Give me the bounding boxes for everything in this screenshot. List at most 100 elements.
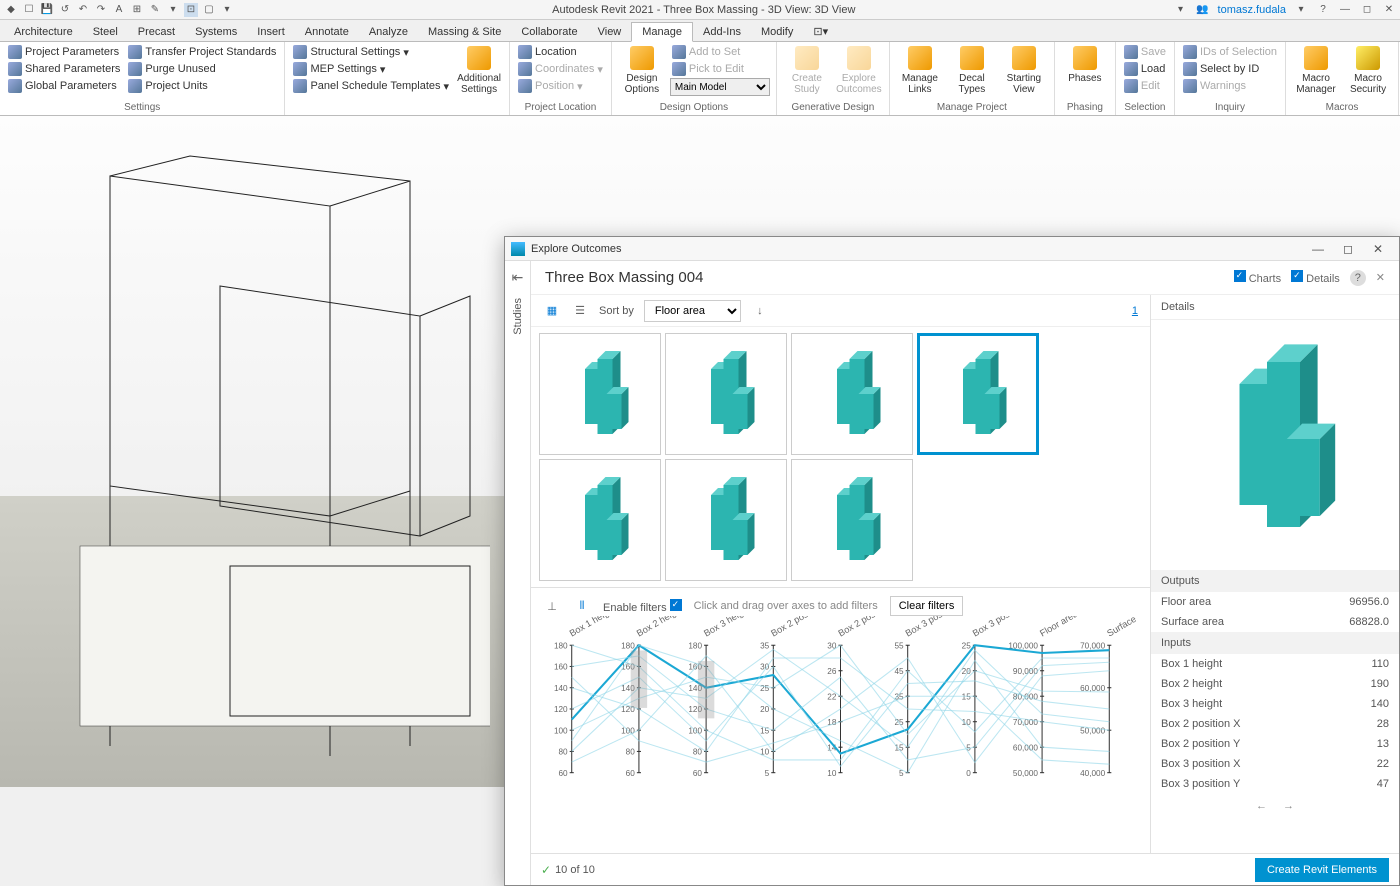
contact-icon[interactable]: 👥 (1196, 3, 1210, 17)
position[interactable]: Position ▾ (516, 78, 605, 94)
sort-dir-icon[interactable]: ↓ (751, 302, 769, 320)
ribbon-tab-massing-site[interactable]: Massing & Site (418, 23, 511, 41)
settings-panel-title: Settings (6, 100, 278, 115)
open-icon[interactable]: ☐ (22, 3, 36, 17)
save-icon[interactable]: 💾 (40, 3, 54, 17)
svg-text:60: 60 (693, 769, 703, 778)
global-parameters[interactable]: Global Parameters (6, 78, 122, 94)
coordinates[interactable]: Coordinates ▾ (516, 61, 605, 77)
macro-security[interactable]: Macro Security (1344, 44, 1392, 95)
ribbon-tab-annotate[interactable]: Annotate (295, 23, 359, 41)
ribbon-tab-systems[interactable]: Systems (185, 23, 247, 41)
shared-parameters[interactable]: Shared Parameters (6, 61, 122, 77)
viewport-3d[interactable]: Explore Outcomes — ◻ ✕ ⇤ Studies Three B… (0, 116, 1400, 787)
dialog-titlebar[interactable]: Explore Outcomes — ◻ ✕ (505, 237, 1399, 261)
structural-settings[interactable]: Structural Settings ▾ (291, 44, 451, 60)
ribbon-tab-architecture[interactable]: Architecture (4, 23, 83, 41)
list-view-icon[interactable]: ☰ (571, 302, 589, 320)
svg-text:10: 10 (962, 718, 972, 727)
dialog-icon (511, 242, 525, 256)
project-parameters[interactable]: Project Parameters (6, 44, 122, 60)
add-to-set: Add to Set (670, 44, 770, 60)
dialog-maximize-icon[interactable]: ◻ (1333, 239, 1363, 259)
ribbon-tab-steel[interactable]: Steel (83, 23, 128, 41)
clear-filters-button[interactable]: Clear filters (890, 596, 964, 616)
transfer-standards[interactable]: Transfer Project Standards (126, 44, 278, 60)
mep-settings[interactable]: MEP Settings ▾ (291, 61, 451, 77)
svg-text:100: 100 (554, 726, 568, 735)
additional-settings[interactable]: Additional Settings (455, 44, 503, 95)
dlg-help-icon[interactable]: ? (1350, 270, 1366, 286)
charts-checkbox[interactable]: Charts (1234, 270, 1281, 285)
selid-icon (1183, 62, 1197, 76)
project-units[interactable]: Project Units (126, 78, 278, 94)
decal-types[interactable]: Decal Types (948, 44, 996, 95)
user-name[interactable]: tomasz.fudala (1218, 4, 1286, 16)
restore-icon[interactable]: ◻ (1360, 3, 1374, 17)
ribbon-tab-insert[interactable]: Insert (247, 23, 295, 41)
ribbon-tab-manage[interactable]: Manage (631, 22, 693, 42)
ribbon-tab-collaborate[interactable]: Collaborate (511, 23, 587, 41)
grid-view-icon[interactable]: ▦ (543, 302, 561, 320)
panel-templates[interactable]: Panel Schedule Templates ▾ (291, 78, 451, 94)
ribbon-tab-add-ins[interactable]: Add-Ins (693, 23, 751, 41)
purge-unused[interactable]: Purge Unused (126, 61, 278, 77)
outcome-thumb[interactable] (791, 333, 913, 455)
outcome-thumb[interactable] (665, 333, 787, 455)
keyboard-icon[interactable]: ▾ (1174, 3, 1188, 17)
help-icon[interactable]: ? (1316, 3, 1330, 17)
cart-icon[interactable]: ▾ (1294, 3, 1308, 17)
ribbon-tab-view[interactable]: View (588, 23, 632, 41)
sync-icon[interactable]: ↺ (58, 3, 72, 17)
app-close-icon[interactable]: ✕ (1382, 3, 1396, 17)
ribbon-tab-extra[interactable]: ⊡▾ (803, 22, 838, 41)
dlg-inner-close-icon[interactable]: ✕ (1376, 271, 1385, 284)
next-outcome-icon[interactable]: → (1283, 800, 1294, 812)
phases-icon (1073, 46, 1097, 70)
tag-icon[interactable]: ✎ (148, 3, 162, 17)
sel-load[interactable]: Load (1122, 61, 1168, 77)
svg-text:25: 25 (962, 641, 972, 650)
print-icon[interactable]: A (112, 3, 126, 17)
outcome-thumb[interactable] (665, 459, 787, 581)
scatter-icon[interactable]: ⊥ (543, 597, 561, 615)
design-options[interactable]: Design Options (618, 44, 666, 95)
ribbon-tab-modify[interactable]: Modify (751, 23, 803, 41)
ribbon-tab-analyze[interactable]: Analyze (359, 23, 418, 41)
parallel-coordinates-plot[interactable]: Box 1 height6080100120140160180Box 2 hei… (543, 616, 1138, 783)
main-model-select[interactable]: Main Model (670, 78, 770, 96)
starting-view[interactable]: Starting View (1000, 44, 1048, 95)
outcome-thumb[interactable] (791, 459, 913, 581)
qat3-icon[interactable]: ▾ (220, 3, 234, 17)
details-checkbox[interactable]: Details (1291, 270, 1340, 285)
outcome-thumb[interactable] (539, 333, 661, 455)
redo-icon[interactable]: ↷ (94, 3, 108, 17)
prev-outcome-icon[interactable]: ← (1256, 800, 1267, 812)
qat2-icon[interactable]: ▢ (202, 3, 216, 17)
minimize-icon[interactable]: — (1338, 3, 1352, 17)
outcome-thumb[interactable] (539, 459, 661, 581)
phases[interactable]: Phases (1061, 44, 1109, 84)
studies-sidebar[interactable]: ⇤ Studies (505, 261, 531, 885)
svg-text:160: 160 (554, 663, 568, 672)
select-by-id[interactable]: Select by ID (1181, 61, 1279, 77)
more-icon[interactable]: ▾ (166, 3, 180, 17)
ribbon-tab-precast[interactable]: Precast (128, 23, 185, 41)
enable-filters-checkbox[interactable]: Enable filters (603, 599, 682, 614)
outcome-thumb[interactable] (917, 333, 1039, 455)
dialog-minimize-icon[interactable]: — (1303, 239, 1333, 259)
svg-text:Box 2 position X: Box 2 position X (769, 616, 832, 639)
parallel-icon[interactable]: ⦀ (573, 597, 591, 615)
qat1-icon[interactable]: ⊡ (184, 3, 198, 17)
input-row: Box 1 height110 (1151, 654, 1399, 674)
undo-icon[interactable]: ↶ (76, 3, 90, 17)
location[interactable]: Location (516, 44, 605, 60)
dialog-close-icon[interactable]: ✕ (1363, 239, 1393, 259)
measure-icon[interactable]: ⊞ (130, 3, 144, 17)
back-icon[interactable]: ⇤ (512, 269, 524, 286)
create-revit-elements-button[interactable]: Create Revit Elements (1255, 858, 1389, 882)
macro-manager[interactable]: Macro Manager (1292, 44, 1340, 95)
sort-field-select[interactable]: Floor area (644, 300, 741, 322)
revit-logo-icon[interactable]: ◆ (4, 3, 18, 17)
manage-links[interactable]: Manage Links (896, 44, 944, 95)
